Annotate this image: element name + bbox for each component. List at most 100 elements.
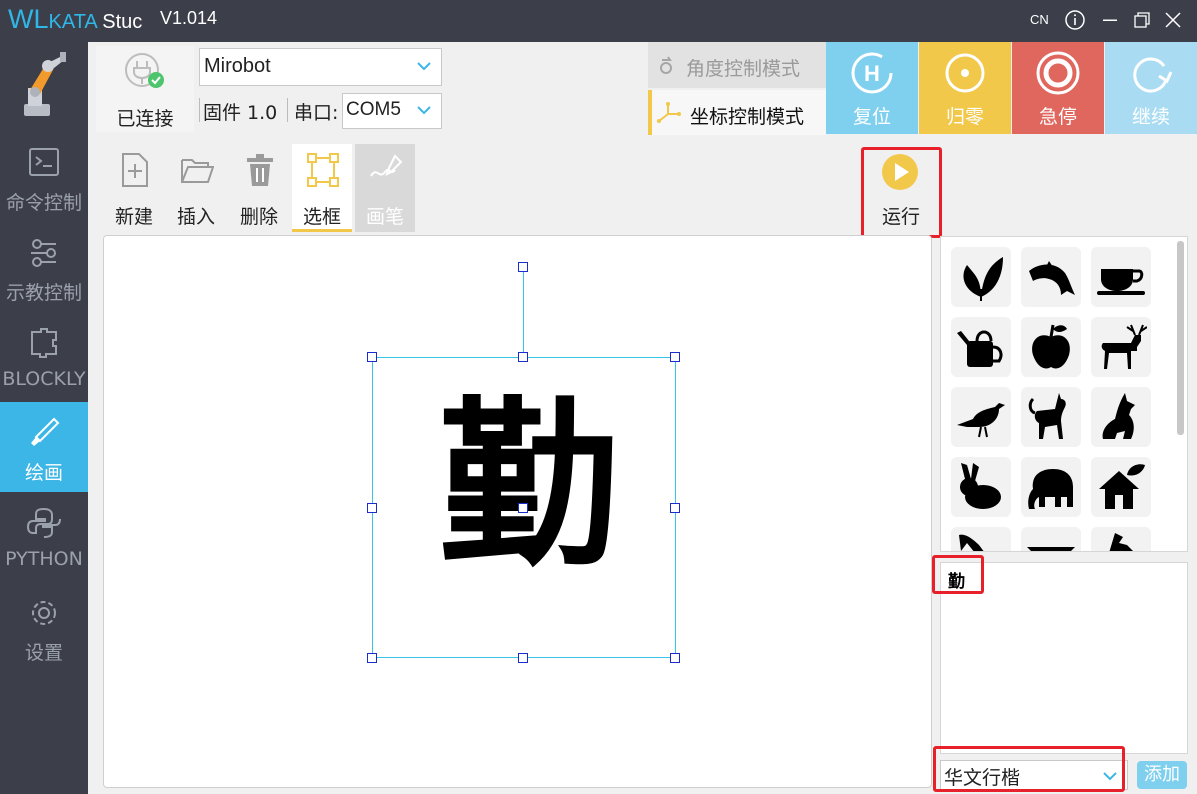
rabbit-icon [960, 463, 1001, 509]
drawing-canvas[interactable]: 勤 [103, 235, 932, 788]
resize-handle[interactable] [518, 352, 528, 362]
deer-icon [1101, 324, 1147, 369]
shape-dog[interactable] [1091, 387, 1151, 447]
svg-text:H: H [864, 61, 880, 86]
app-logo: WLKATA Stuc [8, 4, 150, 38]
house-icon [1099, 464, 1145, 509]
device-select[interactable]: Mirobot [199, 48, 442, 86]
shape-house[interactable] [1091, 457, 1151, 517]
resize-handle[interactable] [518, 653, 528, 663]
python-icon [26, 507, 61, 538]
bird-icon [957, 403, 1005, 438]
port-label: 串口: [294, 102, 339, 124]
port-select[interactable]: COM5 [342, 93, 442, 129]
shape-library [940, 236, 1188, 552]
dolphin-icon [1029, 261, 1075, 295]
pen-button[interactable]: 画笔 [355, 144, 415, 232]
delete-button[interactable]: 删除 [229, 144, 289, 232]
zero-label: 归零 [945, 106, 984, 128]
pen-label: 画笔 [365, 206, 404, 228]
shape-rabbit[interactable] [951, 457, 1011, 517]
rotation-line [523, 267, 524, 357]
add-text-button[interactable]: 添加 [1137, 761, 1187, 789]
sidebar-item-label: 绘画 [24, 462, 63, 484]
estop-label: 急停 [1038, 106, 1077, 128]
sidebar-item-settings[interactable]: 设置 [0, 582, 88, 672]
dog-icon [1102, 393, 1135, 439]
firmware-label: 固件 1.0 [203, 102, 278, 124]
chevron-down-icon [417, 62, 431, 71]
rotate-handle[interactable] [518, 262, 528, 272]
leaf-icon [963, 257, 1003, 301]
resize-handle[interactable] [670, 503, 680, 513]
connection-status[interactable]: 已连接 [96, 46, 194, 132]
pen-icon [370, 154, 403, 177]
zero-button[interactable]: 归零 [919, 42, 1011, 134]
shape-dolphin[interactable] [1021, 247, 1081, 307]
angle-mode-button[interactable]: 角度控制模式 [648, 42, 826, 88]
insert-button[interactable]: 插入 [166, 144, 226, 232]
resume-label: 继续 [1131, 106, 1170, 128]
maximize-icon[interactable] [1131, 9, 1153, 31]
angle-mode-label: 角度控制模式 [686, 58, 801, 80]
sidebar-item-python[interactable]: PYTHON [0, 492, 88, 582]
resume-icon [1133, 57, 1173, 93]
shape-elephant[interactable] [1021, 457, 1081, 517]
close-icon[interactable] [1162, 9, 1184, 31]
gear-icon [32, 601, 56, 625]
language-toggle[interactable]: CN [1030, 12, 1049, 27]
device-value: Mirobot [204, 55, 271, 77]
brush-icon [31, 417, 60, 446]
coord-mode-label: 坐标控制模式 [690, 106, 805, 128]
watering-can-icon [957, 330, 1003, 367]
shape-cat[interactable] [1021, 387, 1081, 447]
reset-button[interactable]: H 复位 [826, 42, 918, 134]
sidebar-item-command[interactable]: 命令控制 [0, 132, 88, 222]
highlight-box [861, 147, 942, 238]
resize-handle[interactable] [670, 352, 680, 362]
sidebar-item-label: 设置 [24, 642, 63, 664]
shape-partial[interactable] [951, 527, 1011, 551]
shape-teacup[interactable] [1091, 247, 1151, 307]
info-icon[interactable] [1064, 9, 1086, 31]
drawn-character[interactable]: 勤 [434, 376, 624, 596]
resize-handle[interactable] [367, 503, 377, 513]
shape-deer[interactable] [1091, 317, 1151, 377]
sidebar-item-label: BLOCKLY [2, 368, 86, 390]
sidebar-item-teach[interactable]: 示教控制 [0, 222, 88, 312]
highlight-box [933, 746, 1125, 792]
resume-button[interactable]: 继续 [1105, 42, 1197, 134]
puzzle-icon [31, 328, 57, 358]
selection-box-icon [307, 153, 339, 187]
minimize-icon[interactable] [1099, 9, 1121, 31]
shape-partial[interactable] [1021, 527, 1081, 551]
chevron-down-icon [417, 106, 431, 115]
resize-handle[interactable] [670, 653, 680, 663]
shape-watering-can[interactable] [951, 317, 1011, 377]
robot-arm-icon [24, 52, 66, 116]
resize-handle[interactable] [367, 653, 377, 663]
select-button[interactable]: 选框 [292, 144, 352, 232]
sidebar-item-draw[interactable]: 绘画 [0, 402, 88, 492]
emergency-stop-button[interactable]: 急停 [1012, 42, 1104, 134]
delete-label: 删除 [239, 206, 278, 228]
shape-bird[interactable] [951, 387, 1011, 447]
sidebar-item-label: 示教控制 [5, 282, 82, 304]
cat-icon [1028, 393, 1066, 439]
coord-mode-button[interactable]: 坐标控制模式 [648, 90, 826, 135]
shape-apple[interactable] [1021, 317, 1081, 377]
reset-label: 复位 [852, 106, 891, 128]
figure-icon [1027, 547, 1075, 551]
divider [199, 98, 200, 122]
center-handle[interactable] [518, 503, 528, 513]
shape-leaf[interactable] [951, 247, 1011, 307]
logo-wl: WL [8, 4, 49, 34]
resize-handle[interactable] [367, 352, 377, 362]
scrollbar-thumb[interactable] [1177, 241, 1184, 435]
new-button[interactable]: 新建 [104, 144, 164, 232]
sidebar-item-blockly[interactable]: BLOCKLY [0, 312, 88, 402]
sidebar-item-label: PYTHON [5, 548, 83, 570]
highlight-box [932, 555, 984, 594]
elephant-icon [1028, 469, 1073, 509]
shape-partial[interactable] [1091, 527, 1151, 551]
